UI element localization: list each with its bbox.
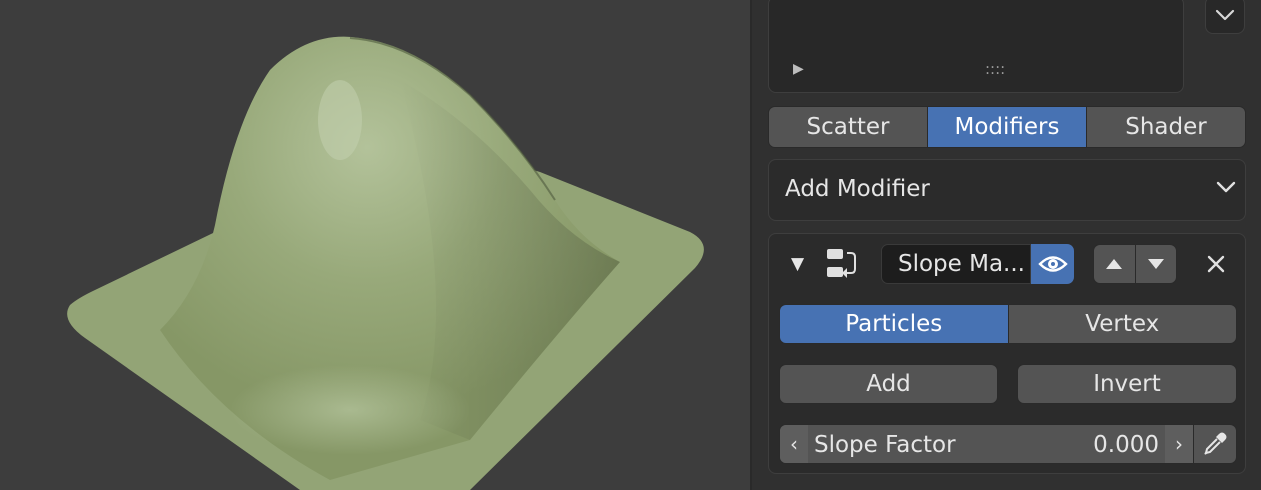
move-down-icon (1147, 259, 1164, 269)
add-button[interactable]: Add (779, 364, 998, 404)
add-modifier-label: Add Modifier (785, 176, 930, 202)
modifier-name-field[interactable]: Slope Ma... (881, 244, 1031, 284)
3d-viewport[interactable] (0, 0, 750, 490)
add-modifier-dropdown[interactable]: Add Modifier (768, 159, 1246, 221)
expand-triangle-icon[interactable]: ▶ (793, 61, 804, 77)
chevron-down-icon (1216, 181, 1236, 193)
option-vertex[interactable]: Vertex (1008, 305, 1236, 343)
slope-factor-value: 0.000 (1093, 432, 1159, 458)
slope-factor-label: Slope Factor (814, 432, 956, 458)
eye-icon (1037, 256, 1068, 272)
system-list[interactable]: ▶ :::: (768, 0, 1184, 93)
target-type-toggle: Particles Vertex (779, 304, 1237, 344)
list-menu-dropdown[interactable] (1205, 0, 1245, 34)
panel-tabs: Scatter Modifiers Shader (768, 106, 1246, 148)
close-icon (1207, 255, 1225, 273)
decrement-arrow[interactable]: ‹ (780, 425, 808, 463)
collapse-triangle-icon[interactable]: ▼ (791, 254, 804, 274)
increment-arrow[interactable]: › (1165, 425, 1193, 463)
move-buttons (1093, 244, 1177, 284)
move-up-icon (1106, 259, 1123, 269)
resize-grip[interactable]: :::: (985, 60, 1005, 78)
move-down-button[interactable] (1135, 245, 1176, 283)
terrain-mesh (67, 36, 704, 490)
tab-shader[interactable]: Shader (1087, 107, 1245, 147)
eyedropper-button[interactable] (1194, 424, 1237, 464)
move-up-button[interactable] (1094, 245, 1136, 283)
eyedropper-icon (1204, 432, 1227, 455)
remove-modifier-button[interactable] (1203, 251, 1229, 277)
slope-factor-field[interactable]: ‹ Slope Factor 0.000 › (779, 424, 1194, 464)
chevron-down-icon (1215, 9, 1235, 21)
slope-mask-modifier-panel: ▼ Slope Ma... Particles Vertex Add Inver… (768, 233, 1246, 474)
option-particles[interactable]: Particles (780, 305, 1009, 343)
tab-scatter[interactable]: Scatter (769, 107, 928, 147)
visibility-toggle[interactable] (1031, 244, 1074, 284)
tab-modifiers[interactable]: Modifiers (928, 107, 1087, 147)
properties-panel: ▶ :::: Scatter Modifiers Shader Add Modi… (752, 0, 1261, 490)
slope-mask-icon (827, 249, 856, 278)
invert-button[interactable]: Invert (1017, 364, 1237, 404)
